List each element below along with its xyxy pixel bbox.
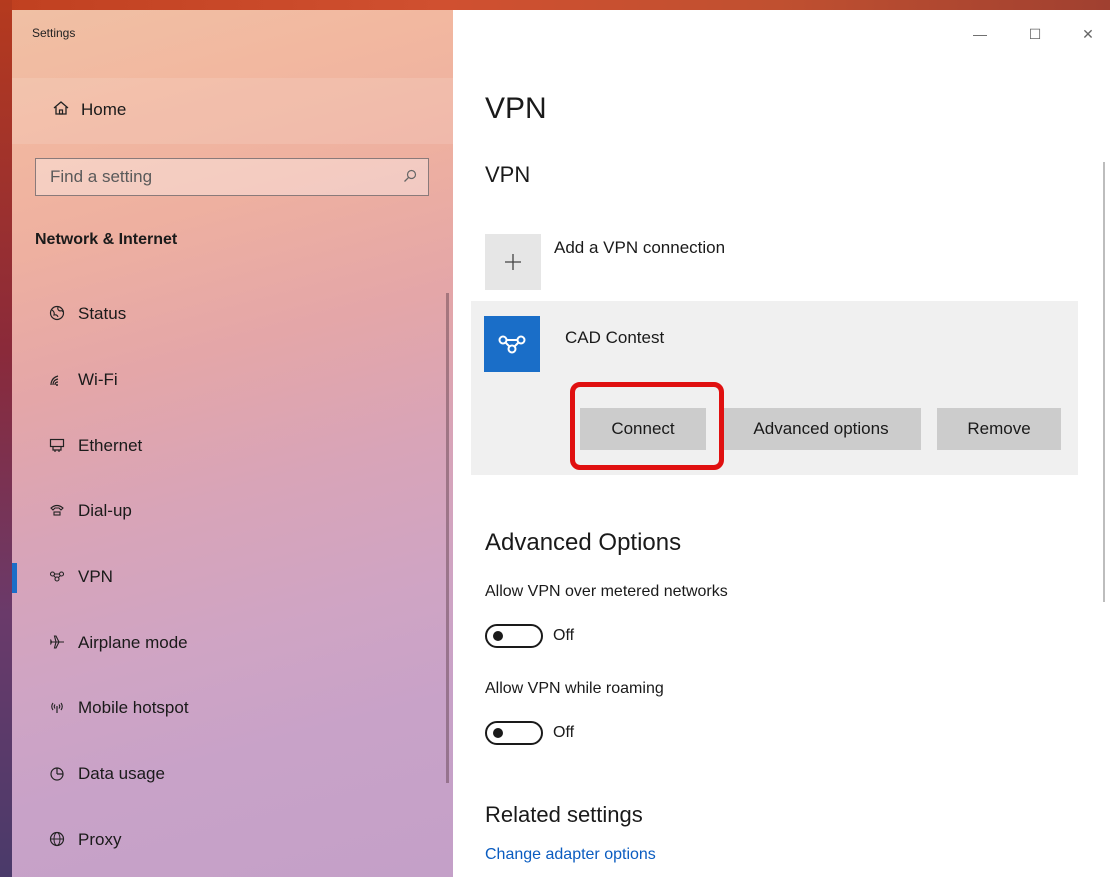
sidebar-item-label: Mobile hotspot xyxy=(78,698,189,717)
add-vpn-connection[interactable]: Add a VPN connection xyxy=(485,232,885,290)
vpn-icon xyxy=(48,567,66,585)
sidebar-item-mobile-hotspot[interactable]: Mobile hotspot xyxy=(12,678,453,738)
airplane-icon xyxy=(48,633,66,651)
sidebar-scrollbar[interactable] xyxy=(446,293,449,783)
settings-window: Settings Home Network & Internet Status xyxy=(12,10,1110,877)
sidebar-item-label: Dial-up xyxy=(78,501,132,520)
sidebar-item-data-usage[interactable]: Data usage xyxy=(12,744,453,804)
sidebar-item-ethernet[interactable]: Ethernet xyxy=(12,416,453,476)
sidebar-home[interactable]: Home xyxy=(12,78,453,144)
desktop-background-left xyxy=(0,0,12,877)
content-scrollbar[interactable] xyxy=(1103,162,1105,602)
vpn-section-title: VPN xyxy=(485,162,531,187)
sidebar: Settings Home Network & Internet Status xyxy=(12,10,453,877)
sidebar-item-label: Status xyxy=(78,304,127,323)
ethernet-icon xyxy=(48,436,66,454)
desktop-background-top xyxy=(0,0,1110,10)
sidebar-item-proxy[interactable]: Proxy xyxy=(12,810,453,870)
sidebar-item-vpn[interactable]: VPN xyxy=(12,547,453,607)
home-icon xyxy=(52,99,70,122)
sidebar-item-label: Airplane mode xyxy=(78,633,188,652)
metered-caption: Allow VPN over metered networks xyxy=(485,583,728,600)
roaming-toggle[interactable] xyxy=(485,721,543,745)
data-usage-icon xyxy=(48,764,66,782)
roaming-toggle-state: Off xyxy=(553,724,575,741)
roaming-toggle-row: Off xyxy=(485,719,685,745)
plus-icon xyxy=(485,234,541,290)
sidebar-item-label: Proxy xyxy=(78,830,122,849)
main-content: VPN VPN Add a VPN connection CAD Contest… xyxy=(453,10,1110,877)
selected-indicator xyxy=(12,563,17,593)
page-title: VPN xyxy=(485,92,547,125)
dialup-icon xyxy=(48,501,66,519)
related-settings-title: Related settings xyxy=(485,802,643,827)
change-adapter-options-link[interactable]: Change adapter options xyxy=(485,846,656,864)
add-vpn-label: Add a VPN connection xyxy=(554,238,726,257)
sidebar-section-title: Network & Internet xyxy=(35,231,178,248)
vpn-connection-card[interactable]: CAD Contest Connect Advanced options Rem… xyxy=(471,301,1078,475)
hotspot-icon xyxy=(48,698,66,716)
sidebar-item-label: Data usage xyxy=(78,764,165,783)
highlight-annotation xyxy=(570,382,724,470)
metered-toggle-state: Off xyxy=(553,627,575,644)
vpn-connection-name: CAD Contest xyxy=(565,328,665,347)
sidebar-item-wifi[interactable]: Wi-Fi xyxy=(12,350,453,410)
sidebar-item-airplane-mode[interactable]: Airplane mode xyxy=(12,613,453,673)
sidebar-item-dialup[interactable]: Dial-up xyxy=(12,481,453,541)
metered-toggle-row: Off xyxy=(485,622,685,648)
sidebar-item-label: VPN xyxy=(78,567,113,586)
sidebar-item-status[interactable]: Status xyxy=(12,284,453,344)
roaming-caption: Allow VPN while roaming xyxy=(485,680,664,697)
sidebar-item-label: Wi-Fi xyxy=(78,370,118,389)
remove-button[interactable]: Remove xyxy=(937,408,1061,450)
search-icon[interactable] xyxy=(402,168,418,184)
globe-icon xyxy=(48,304,66,322)
search-box[interactable] xyxy=(35,158,429,196)
app-title: Settings xyxy=(32,26,76,40)
advanced-options-title: Advanced Options xyxy=(485,529,682,556)
search-input[interactable] xyxy=(50,167,390,187)
metered-toggle[interactable] xyxy=(485,624,543,648)
vpn-connection-icon xyxy=(484,316,540,372)
toggle-knob xyxy=(493,728,503,738)
toggle-knob xyxy=(493,631,503,641)
advanced-options-button[interactable]: Advanced options xyxy=(721,408,921,450)
wifi-icon xyxy=(48,370,66,388)
sidebar-home-label: Home xyxy=(81,100,127,119)
sidebar-item-label: Ethernet xyxy=(78,436,143,455)
proxy-globe-icon xyxy=(48,830,66,848)
